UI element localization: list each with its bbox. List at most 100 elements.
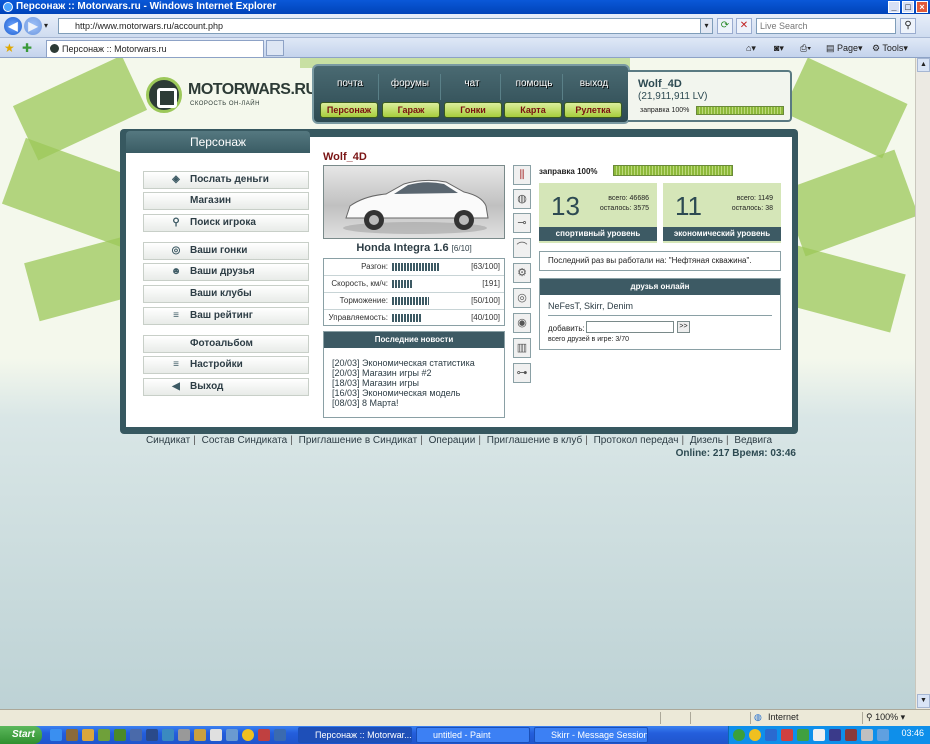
site-logo[interactable]: MOTORWARS.RU СКОРОСТЬ ОН-ЛАЙН xyxy=(146,75,317,115)
footer-link[interactable]: Приглашение в клуб xyxy=(487,435,582,446)
menu-forums[interactable]: форумы xyxy=(382,78,438,89)
menu-your-races[interactable]: ◎ Ваши гонки xyxy=(143,242,309,260)
footer-link[interactable]: Протокол передач xyxy=(594,435,679,446)
scroll-up-icon[interactable]: ▲ xyxy=(917,58,930,72)
tray-icon[interactable] xyxy=(733,729,745,741)
app-quicklaunch-icon[interactable] xyxy=(274,729,286,741)
news-item[interactable]: [18/03] Магазин игры xyxy=(332,378,419,388)
news-item[interactable]: [20/03] Магазин игры #2 xyxy=(332,368,432,378)
footer-link[interactable]: Синдикат xyxy=(146,435,190,446)
nav-map[interactable]: Карта xyxy=(504,102,562,118)
menu-your-friends[interactable]: ☻ Ваши друзья xyxy=(143,263,309,281)
refresh-icon[interactable]: ⟳ xyxy=(717,18,733,34)
minimize-button[interactable]: _ xyxy=(888,1,900,13)
smiley-quicklaunch-icon[interactable] xyxy=(242,729,254,741)
news-item[interactable]: [08/03] 8 Марта! xyxy=(332,398,398,408)
menu-exit[interactable]: ◀ Выход xyxy=(143,378,309,396)
search-input[interactable]: Live Search xyxy=(756,18,896,34)
tab-active[interactable]: Персонаж :: Motorwars.ru xyxy=(46,40,264,57)
tray-icon[interactable] xyxy=(749,729,761,741)
forward-button[interactable]: ▶ xyxy=(24,17,42,35)
news-item[interactable]: [16/03] Экономическая модель xyxy=(332,388,460,398)
footer-link[interactable]: Операции xyxy=(429,435,476,446)
nav-character[interactable]: Персонаж xyxy=(320,102,378,118)
tools-menu[interactable]: ⚙ Tools▾ xyxy=(872,41,908,55)
vertical-scrollbar[interactable]: ▲ ▼ xyxy=(915,58,930,709)
add-favorite-icon[interactable]: ✚ xyxy=(22,41,32,55)
engine-part-icon[interactable]: ⚙ xyxy=(513,263,531,283)
turbo-part-icon[interactable]: ◉ xyxy=(513,313,531,333)
suspension-part-icon[interactable]: ⫼ xyxy=(513,165,531,185)
history-dropdown-icon[interactable]: ▾ xyxy=(44,21,48,30)
nitro-part-icon[interactable]: ⊶ xyxy=(513,363,531,383)
menu-photo-album[interactable]: Фотоальбом xyxy=(143,335,309,353)
app-quicklaunch-icon[interactable] xyxy=(82,729,94,741)
new-tab-button[interactable] xyxy=(266,40,284,56)
app-quicklaunch-icon[interactable] xyxy=(66,729,78,741)
footer-link[interactable]: Состав Синдиката xyxy=(202,435,288,446)
footer-link[interactable]: Дизель xyxy=(690,435,723,446)
menu-your-clubs[interactable]: Ваши клубы xyxy=(143,285,309,303)
tray-icon[interactable] xyxy=(781,729,793,741)
footer-link[interactable]: Ведвига xyxy=(734,435,772,446)
back-button[interactable]: ◀ xyxy=(4,17,22,35)
add-friend-input[interactable] xyxy=(586,321,674,333)
page-menu[interactable]: ▤ Page▾ xyxy=(826,41,863,55)
task-paint[interactable]: untitled - Paint xyxy=(416,727,530,743)
nav-races[interactable]: Гонки xyxy=(444,102,502,118)
friends-list[interactable]: NeFesT, Skirr, Denim xyxy=(548,301,633,311)
app-quicklaunch-icon[interactable] xyxy=(98,729,110,741)
add-friend-button[interactable]: >> xyxy=(677,321,690,333)
menu-your-rating[interactable]: ≡ Ваш рейтинг xyxy=(143,307,309,325)
scroll-down-icon[interactable]: ▼ xyxy=(917,694,930,708)
url-dropdown-icon[interactable]: ▾ xyxy=(700,19,712,33)
nav-garage[interactable]: Гараж xyxy=(382,102,440,118)
app-quicklaunch-icon[interactable] xyxy=(178,729,190,741)
task-messenger[interactable]: Skirr - Message Session (... xyxy=(534,727,648,743)
tray-icon[interactable] xyxy=(861,729,873,741)
news-item[interactable]: [20/03] Экономическая статистика xyxy=(332,358,475,368)
menu-send-money[interactable]: ◈ Послать деньги xyxy=(143,171,309,189)
app-quicklaunch-icon[interactable] xyxy=(258,729,270,741)
task-ie[interactable]: Персонаж :: Motorwar... xyxy=(298,727,412,743)
ie-quicklaunch-icon[interactable] xyxy=(50,729,62,741)
car-image[interactable] xyxy=(323,165,505,239)
close-button[interactable]: × xyxy=(916,1,928,13)
gearbox-part-icon[interactable]: ▥ xyxy=(513,338,531,358)
app-quicklaunch-icon[interactable] xyxy=(210,729,222,741)
app-quicklaunch-icon[interactable] xyxy=(194,729,206,741)
stop-icon[interactable]: ✕ xyxy=(736,18,752,34)
brake-part-icon[interactable]: ◍ xyxy=(513,189,531,209)
menu-logout[interactable]: выход xyxy=(566,78,622,89)
favorites-star-icon[interactable]: ★ xyxy=(4,41,15,55)
print-icon[interactable]: ⎙▾ xyxy=(800,41,811,55)
feeds-icon[interactable]: ◙▾ xyxy=(774,41,784,55)
app-quicklaunch-icon[interactable] xyxy=(114,729,126,741)
maximize-button[interactable]: □ xyxy=(902,1,914,13)
menu-find-player[interactable]: ⚲ Поиск игрока xyxy=(143,214,309,232)
tray-icon[interactable] xyxy=(813,729,825,741)
tray-icon[interactable] xyxy=(845,729,857,741)
exhaust-part-icon[interactable]: ⊸ xyxy=(513,213,531,233)
wheel-part-icon[interactable]: ◎ xyxy=(513,288,531,308)
app-quicklaunch-icon[interactable] xyxy=(162,729,174,741)
home-icon[interactable]: ⌂▾ xyxy=(746,41,756,55)
tray-icon[interactable] xyxy=(797,729,809,741)
menu-mail[interactable]: почта xyxy=(322,78,378,89)
zoom-control[interactable]: ⚲ 100% ▾ xyxy=(866,712,905,723)
app-quicklaunch-icon[interactable] xyxy=(146,729,158,741)
tray-icon[interactable] xyxy=(829,729,841,741)
tray-icon[interactable] xyxy=(877,729,889,741)
url-field[interactable]: http://www.motorwars.ru/account.php ▾ xyxy=(58,18,713,34)
footer-link[interactable]: Приглашение в Синдикат xyxy=(299,435,418,446)
nav-roulette[interactable]: Рулетка xyxy=(564,102,622,118)
search-icon[interactable]: ⚲ xyxy=(900,18,916,34)
username[interactable]: Wolf_4D xyxy=(638,78,682,90)
start-button[interactable]: Start xyxy=(0,726,42,744)
menu-help[interactable]: помощь xyxy=(506,78,562,89)
menu-settings[interactable]: ≡ Настройки xyxy=(143,356,309,374)
app-quicklaunch-icon[interactable] xyxy=(130,729,142,741)
menu-shop[interactable]: Магазин xyxy=(143,192,309,210)
menu-chat[interactable]: чат xyxy=(444,78,500,89)
app-quicklaunch-icon[interactable] xyxy=(226,729,238,741)
